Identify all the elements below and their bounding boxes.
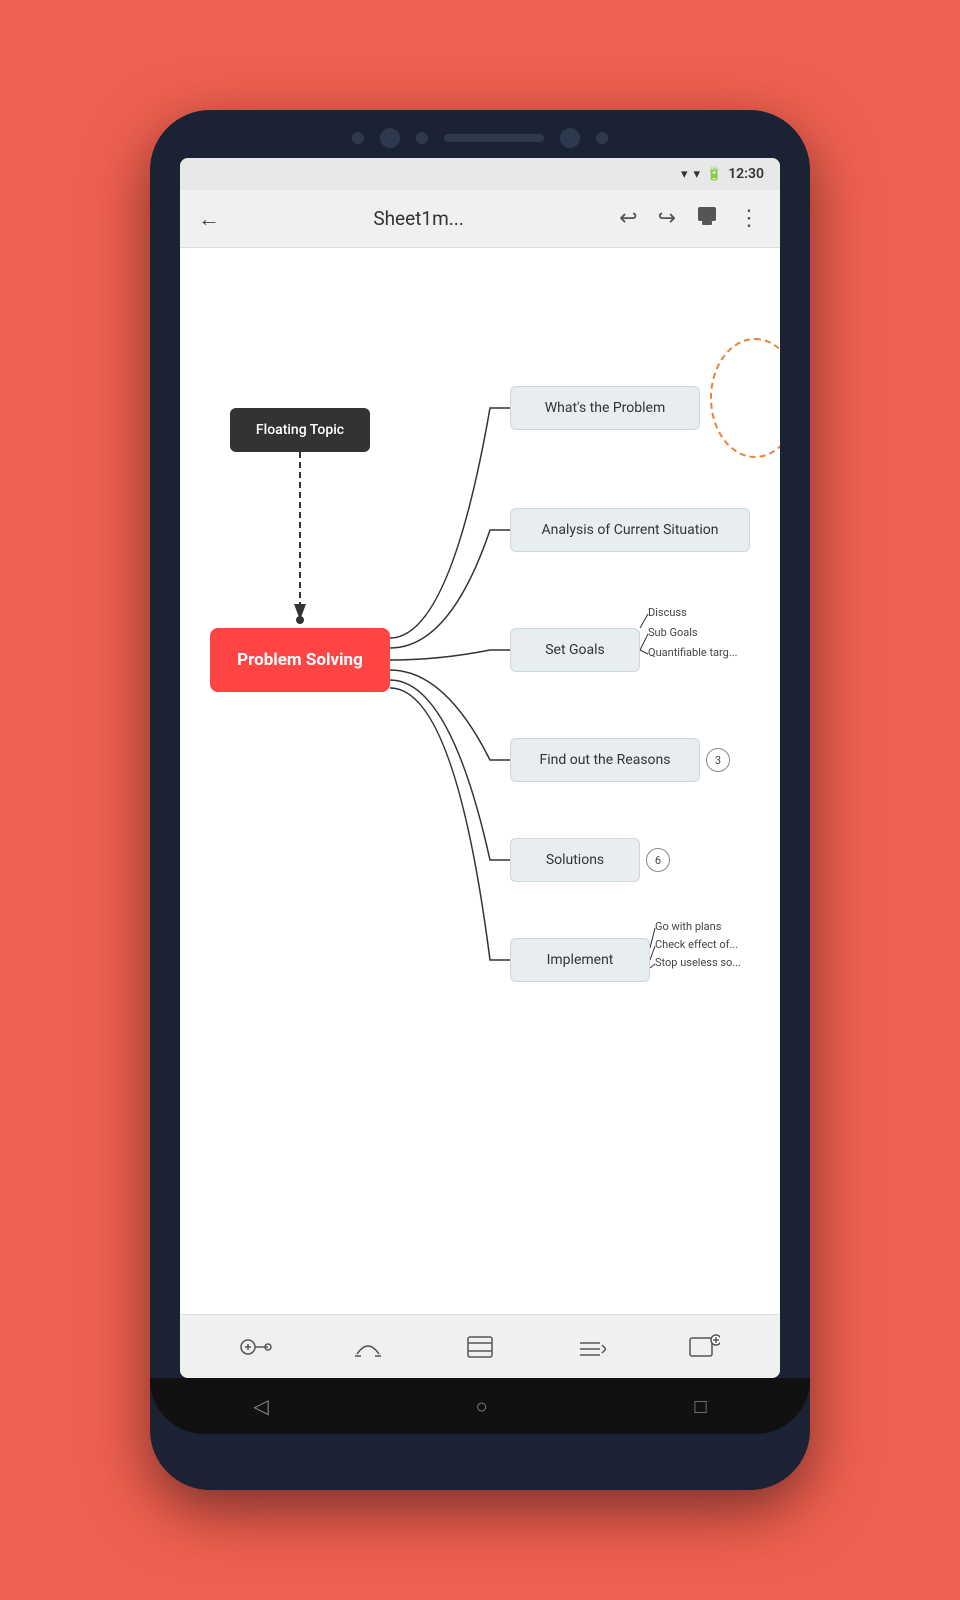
- branch-line-1: [390, 408, 510, 638]
- undo-button[interactable]: ↩: [611, 200, 645, 237]
- floating-topic-node[interactable]: Floating Topic: [230, 408, 370, 452]
- goals-sub-3: Quantifiable targ...: [648, 646, 738, 659]
- goals-sub-2: Sub Goals: [648, 626, 698, 639]
- mindmap-canvas[interactable]: Floating Topic Problem Solving What's th…: [180, 248, 780, 1314]
- document-title: Sheet1m...: [234, 207, 603, 230]
- speaker-bar: [444, 134, 544, 142]
- badge-find-reasons: 3: [706, 748, 730, 772]
- goals-sub-line-2: [640, 634, 648, 650]
- status-time: 12:30: [728, 166, 764, 182]
- impl-sub-2: Check effect of...: [655, 938, 738, 951]
- impl-sub-3: Stop useless so...: [655, 956, 741, 969]
- sensor-dot-1: [352, 132, 364, 144]
- branch-find-reasons[interactable]: Find out the Reasons: [510, 738, 700, 782]
- branch-line-2: [390, 530, 510, 648]
- nav-back-button[interactable]: ◁: [253, 1394, 268, 1418]
- add-subtopic-button[interactable]: [682, 1325, 726, 1369]
- branch-line-3: [390, 650, 510, 660]
- branch-line-6: [390, 688, 510, 960]
- signal-icon: ▾: [693, 167, 700, 182]
- goals-sub-line-1: [640, 614, 648, 628]
- battery-icon: 🔋: [706, 167, 722, 182]
- app-toolbar: ← Sheet1m... ↩ ↪ ⋮: [180, 190, 780, 248]
- toolbar-actions: ↩ ↪ ⋮: [611, 199, 768, 238]
- orange-ellipse: [710, 338, 780, 458]
- goals-sub-1: Discuss: [648, 606, 687, 619]
- badge-solutions: 6: [646, 848, 670, 872]
- branch-line-4: [390, 670, 510, 760]
- more-button[interactable]: ⋮: [730, 200, 768, 237]
- impl-sub-1: Go with plans: [655, 920, 721, 933]
- outline-button[interactable]: [570, 1325, 614, 1369]
- central-node[interactable]: Problem Solving: [210, 628, 390, 692]
- phone-frame: ▾ ▾ 🔋 12:30 ← Sheet1m... ↩ ↪ ⋮: [150, 110, 810, 1490]
- navigation-bar: ◁ ○ □: [150, 1378, 810, 1434]
- camera-dot: [380, 128, 400, 148]
- redo-button[interactable]: ↪: [650, 200, 684, 237]
- goals-sub-line-3: [640, 650, 648, 654]
- add-topic-button[interactable]: [234, 1325, 278, 1369]
- layout-button[interactable]: [458, 1325, 502, 1369]
- back-button[interactable]: ←: [192, 200, 226, 238]
- branch-set-goals[interactable]: Set Goals: [510, 628, 640, 672]
- sensor-dot-2: [416, 132, 428, 144]
- phone-screen: ▾ ▾ 🔋 12:30 ← Sheet1m... ↩ ↪ ⋮: [180, 158, 780, 1378]
- paint-button[interactable]: [688, 199, 726, 238]
- branch-implement[interactable]: Implement: [510, 938, 650, 982]
- status-icons: ▾ ▾ 🔋 12:30: [681, 166, 764, 182]
- branch-analysis[interactable]: Analysis of Current Situation: [510, 508, 750, 552]
- nav-home-button[interactable]: ○: [476, 1394, 488, 1419]
- branch-whats-problem[interactable]: What's the Problem: [510, 386, 700, 430]
- connect-button[interactable]: [346, 1325, 390, 1369]
- bottom-toolbar: [180, 1314, 780, 1378]
- phone-sensors: [150, 110, 810, 158]
- sensor-dot-3: [596, 132, 608, 144]
- branch-line-5: [390, 680, 510, 860]
- wifi-icon: ▾: [681, 167, 688, 182]
- status-bar: ▾ ▾ 🔋 12:30: [180, 158, 780, 190]
- camera-dot-2: [560, 128, 580, 148]
- mindmap: Floating Topic Problem Solving What's th…: [180, 248, 780, 1314]
- nav-recent-button[interactable]: □: [694, 1394, 706, 1419]
- branch-solutions[interactable]: Solutions: [510, 838, 640, 882]
